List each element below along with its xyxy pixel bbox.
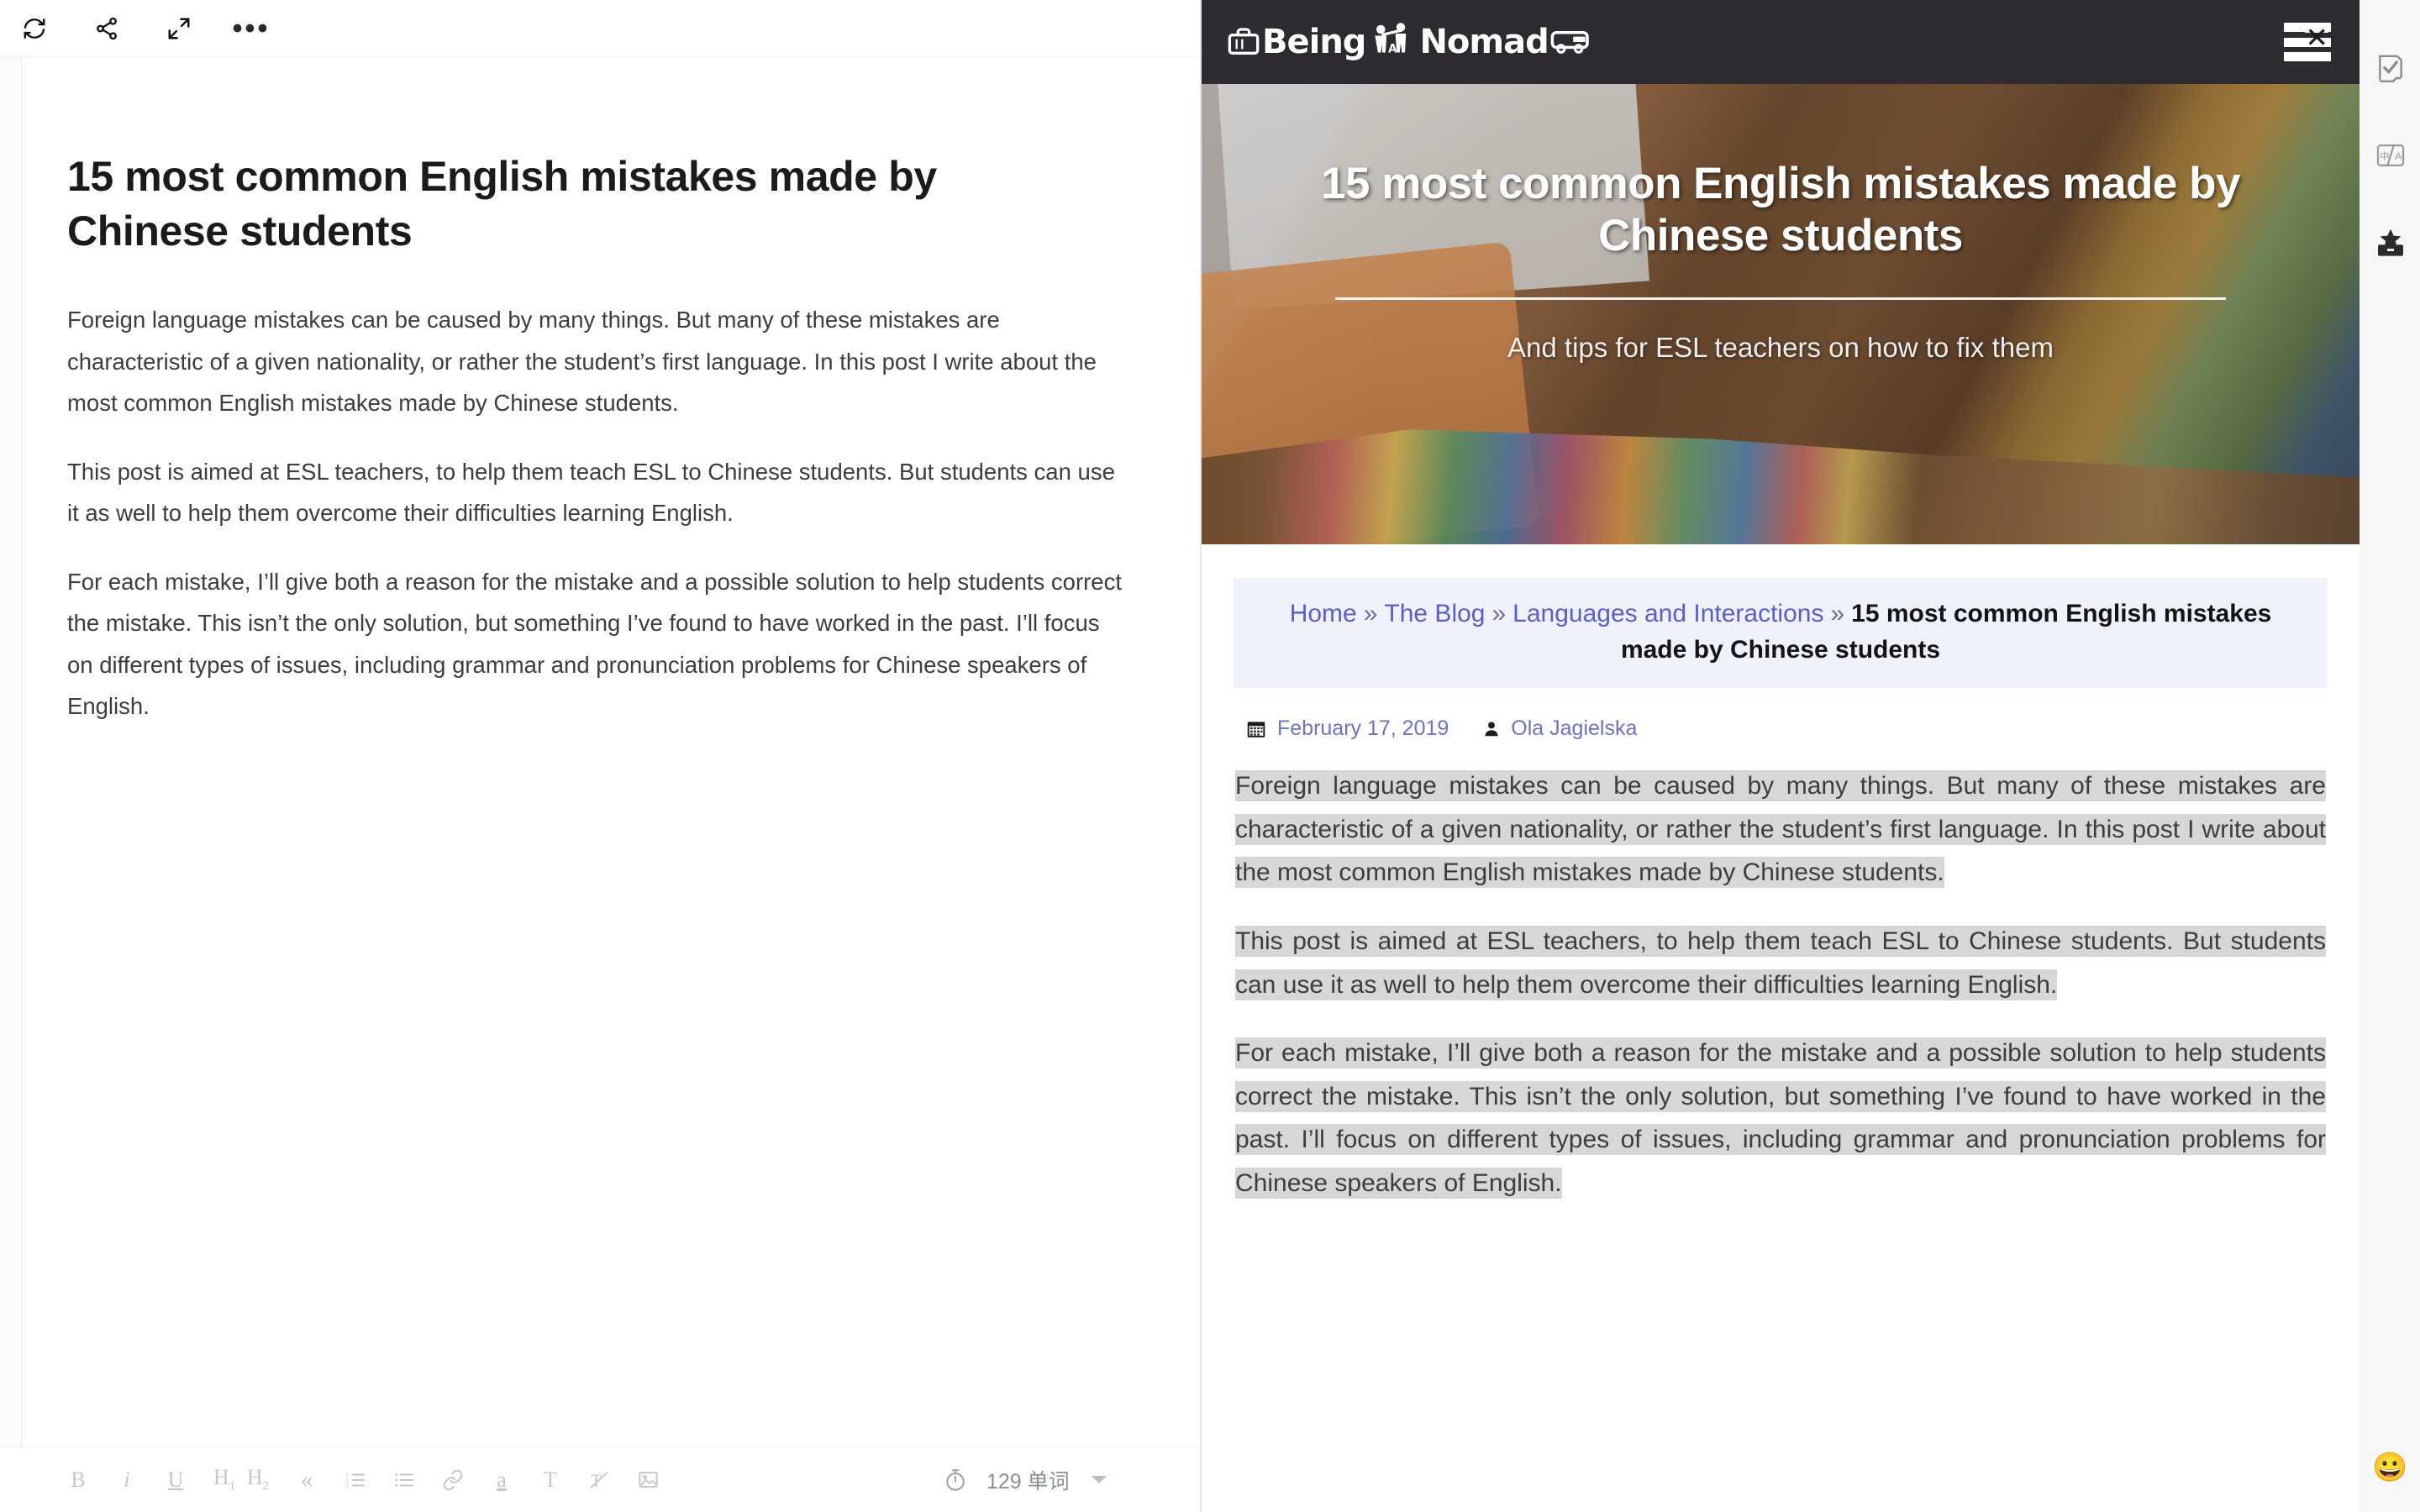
clear-format-button[interactable]: T (585, 1462, 613, 1499)
editor-paragraph: This post is aimed at ESL teachers, to h… (67, 458, 1115, 527)
sync-icon[interactable] (17, 11, 52, 46)
stopwatch-icon (943, 1467, 968, 1493)
insert-image-button[interactable] (634, 1462, 662, 1499)
preview-paragraph: For each mistake, I’ll give both a reaso… (1234, 1032, 2328, 1205)
italic-button[interactable]: i (113, 1462, 141, 1499)
toolbox-icon[interactable] (2371, 223, 2410, 262)
editor-left-gutter (0, 0, 22, 1512)
logo-word-nomad: Nomad (1419, 23, 1549, 61)
quote-glyph: « (300, 1465, 313, 1494)
preview-paragraph: Foreign language mistakes can be caused … (1234, 764, 2328, 895)
more-options-icon[interactable]: ••• (232, 11, 271, 46)
hero-title: 15 most common English mistakes made by … (1321, 159, 2240, 260)
underline-button[interactable]: U (161, 1462, 190, 1499)
link-button[interactable] (439, 1462, 467, 1499)
highlight-button[interactable]: a (487, 1462, 516, 1499)
underline-glyph: U (167, 1467, 184, 1492)
calendar-icon (1245, 718, 1267, 740)
user-icon (1482, 719, 1501, 739)
highlighted-text: This post is aimed at ESL teachers, to h… (1235, 925, 2326, 1000)
more-dots: ••• (232, 12, 271, 45)
text-color-glyph: T (544, 1467, 557, 1492)
ordered-list-button[interactable]: 1 2 3 (341, 1462, 370, 1499)
translate-icon[interactable]: 中 A (2371, 136, 2410, 175)
blockquote-button[interactable]: « (292, 1462, 321, 1499)
close-icon: ✕ (2305, 24, 2328, 51)
breadcrumb-separator: » (1363, 600, 1378, 627)
chevron-down-icon[interactable] (1091, 1476, 1107, 1483)
article-body: Home» The Blog» Languages and Interactions… (1202, 544, 2360, 1205)
logo-word-being: Being (1262, 23, 1366, 61)
editor-pane: ••• 15 most common English mistakes made… (0, 0, 1202, 1512)
unordered-list-button[interactable] (390, 1462, 418, 1499)
utility-rail: 中 A 😀 (2360, 0, 2420, 1512)
text-color-button[interactable]: T (536, 1462, 565, 1499)
family-icon: A (1369, 21, 1416, 63)
breadcrumb: Home» The Blog» Languages and Interactions… (1234, 578, 2328, 689)
editor-toolbar: ••• (0, 0, 1200, 57)
highlight-glyph: a (497, 1467, 507, 1492)
italic-glyph: i (124, 1467, 130, 1492)
svg-text:中: 中 (2380, 150, 2389, 162)
menu-toggle-button[interactable]: ✕ (2284, 23, 2331, 61)
editor-paragraph: For each mistake, I’ll give both a reaso… (67, 568, 1122, 720)
app-root: ••• 15 most common English mistakes made… (0, 0, 2420, 1512)
bold-button[interactable]: B (64, 1462, 92, 1499)
highlighted-text: For each mistake, I’ll give both a reaso… (1235, 1037, 2326, 1199)
breadcrumb-item-home[interactable]: Home (1290, 600, 1357, 627)
hero-content: 15 most common English mistakes made by … (1202, 84, 2360, 364)
breadcrumb-separator: » (1491, 600, 1507, 627)
post-date[interactable]: February 17, 2019 (1277, 717, 1449, 741)
preview-paragraph: This post is aimed at ESL teachers, to h… (1234, 920, 2328, 1006)
proofread-icon[interactable] (2371, 49, 2410, 87)
heading-2-button[interactable]: H2 (244, 1462, 272, 1499)
post-author[interactable]: Ola Jagielska (1511, 717, 1637, 741)
share-icon[interactable] (89, 11, 124, 46)
camper-van-icon (1550, 31, 1589, 54)
fullscreen-icon[interactable] (161, 11, 197, 46)
page-title: 15 most common English mistakes made by … (67, 153, 937, 255)
breadcrumb-item-languages-and-interactions[interactable]: Languages and Interactions (1512, 600, 1823, 627)
h2-glyph: H2 (246, 1465, 270, 1494)
hero-subtitle: And tips for ESL teachers on how to fix … (1507, 332, 2054, 363)
preview-pane: Being A Nomad 15 most common English mis… (1202, 0, 2360, 1512)
highlighted-text: Foreign language mistakes can be caused … (1235, 770, 2326, 889)
h1-glyph: H1 (213, 1465, 236, 1494)
hero-divider (1335, 297, 2226, 300)
editor-format-bar: B i U H1 H2 « 1 2 3 a T T 129 单词 (0, 1446, 1200, 1512)
heading-1-button[interactable]: H1 (210, 1462, 239, 1499)
hero-banner: 15 most common English mistakes made by … (1202, 84, 2360, 544)
post-meta: February 17, 2019 Ola Jagielska (1245, 717, 2328, 741)
site-logo[interactable]: Being A Nomad (1227, 17, 1591, 67)
breadcrumb-separator: » (1830, 600, 1845, 627)
breadcrumb-item-the-blog[interactable]: The Blog (1384, 600, 1485, 627)
editor-paragraph: Foreign language mistakes can be caused … (67, 307, 1097, 416)
word-count-status[interactable]: 129 单词 (943, 1465, 1107, 1495)
emoji-reaction-icon[interactable]: 😀 (2372, 1453, 2407, 1482)
editor-document[interactable]: 15 most common English mistakes made by … (0, 57, 1200, 1446)
svg-text:A: A (1388, 43, 1397, 56)
svg-text:3: 3 (345, 1482, 349, 1489)
format-icon-group: B i U H1 H2 « 1 2 3 a T T (64, 1462, 682, 1499)
svg-text:A: A (2395, 150, 2402, 162)
site-header: Being A Nomad (1202, 0, 2360, 84)
site-logo-text: Being A Nomad (1227, 21, 1591, 63)
word-count-label: 129 单词 (986, 1469, 1070, 1494)
bold-glyph: B (71, 1467, 86, 1492)
suitcase-icon (1228, 28, 1260, 55)
